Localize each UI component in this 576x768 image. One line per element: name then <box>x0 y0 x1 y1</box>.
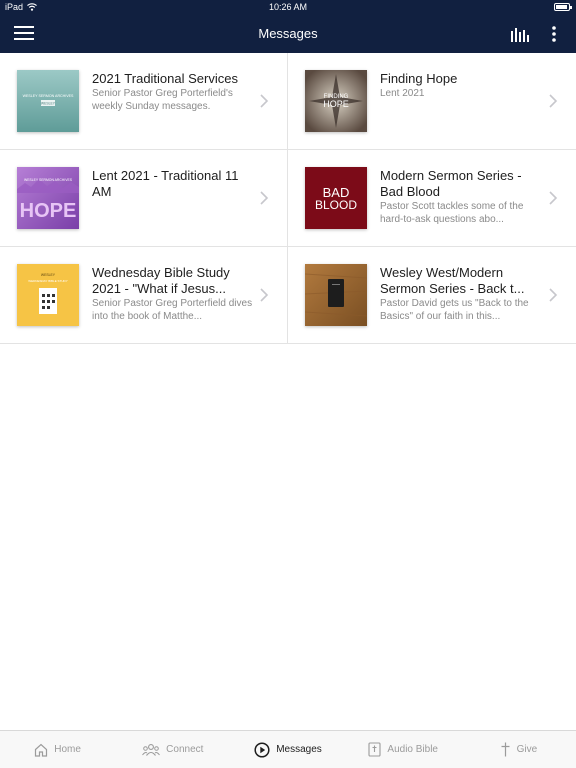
series-text: 2021 Traditional Services Senior Pastor … <box>92 71 257 113</box>
tab-label: Home <box>54 744 81 755</box>
series-item-traditional-services[interactable]: WESLEY SERMON ARCHIVES WESLEY 2021 Tradi… <box>0 53 288 149</box>
artwork-image: WESLEY WEDNESDAY BIBLE STUDY <box>17 264 79 326</box>
series-grid: WESLEY SERMON ARCHIVES WESLEY 2021 Tradi… <box>0 53 576 344</box>
series-title: 2021 Traditional Services <box>92 71 238 86</box>
chevron-right-icon <box>260 191 269 205</box>
series-artwork: WESLEY WEDNESDAY BIBLE STUDY <box>17 264 79 326</box>
series-text: Wesley West/Modern Sermon Series - Back … <box>380 265 546 323</box>
tab-label: Connect <box>166 744 204 755</box>
artwork-image: WESLEY SERMON ARCHIVES HOPE <box>17 167 79 229</box>
tab-give[interactable]: Give <box>461 731 576 768</box>
play-circle-icon <box>254 741 270 758</box>
page-title: Messages <box>258 26 318 41</box>
audio-levels-button[interactable] <box>510 26 530 42</box>
battery-icon <box>554 3 572 11</box>
more-vertical-icon <box>552 26 556 42</box>
series-subtitle: Pastor David gets us "Back to the Basics… <box>380 298 529 322</box>
series-subtitle: Pastor Scott tackles some of the hard-to… <box>380 201 524 225</box>
chevron-right-icon <box>549 191 558 205</box>
chevron-right-icon <box>260 288 269 302</box>
app-root: iPad 10:26 AM Messages WESLEY SERMON ARC… <box>0 0 576 768</box>
series-title: Wesley West/Modern Sermon Series - Back … <box>380 265 525 296</box>
svg-text:WESLEY: WESLEY <box>41 102 56 106</box>
series-artwork: WESLEY SERMON ARCHIVES WESLEY <box>17 70 79 132</box>
tab-messages[interactable]: Messages <box>230 731 345 768</box>
artwork-image <box>305 264 367 326</box>
series-artwork: FINDING HOPE <box>305 70 367 132</box>
nav-bar: Messages <box>0 14 576 53</box>
svg-text:WESLEY: WESLEY <box>41 273 56 277</box>
series-title: Wednesday Bible Study 2021 - "What if Je… <box>92 265 230 296</box>
series-title: Lent 2021 - Traditional 11 AM <box>92 168 239 199</box>
series-title: Finding Hope <box>380 71 458 86</box>
battery-level <box>556 5 567 9</box>
series-item-back-to-basics[interactable]: Wesley West/Modern Sermon Series - Back … <box>288 247 576 343</box>
series-row: WESLEY SERMON ARCHIVES HOPE Lent 2021 - … <box>0 150 576 247</box>
artwork-image: BAD BLOOD <box>305 167 367 229</box>
svg-text:WEDNESDAY BIBLE STUDY: WEDNESDAY BIBLE STUDY <box>28 279 67 283</box>
series-subtitle: Lent 2021 <box>380 88 425 99</box>
series-item-wednesday-bible-study[interactable]: WESLEY WEDNESDAY BIBLE STUDY Wednesday B… <box>0 247 288 343</box>
series-artwork <box>305 264 367 326</box>
tab-label: Audio Bible <box>387 744 438 755</box>
series-text: Modern Sermon Series - Bad Blood Pastor … <box>380 168 546 226</box>
tab-label: Give <box>516 744 538 755</box>
bible-icon <box>368 742 381 757</box>
series-artwork: BAD BLOOD <box>305 167 367 229</box>
artwork-image: FINDING HOPE <box>305 70 367 132</box>
tab-connect[interactable]: Connect <box>115 731 230 768</box>
series-subtitle: Senior Pastor Greg Porterfield's weekly … <box>92 88 233 112</box>
tab-audio-bible[interactable]: Audio Bible <box>346 731 461 768</box>
audio-levels-icon <box>511 28 529 42</box>
series-row: WESLEY WEDNESDAY BIBLE STUDY Wednesday B… <box>0 247 576 344</box>
artwork-image: WESLEY SERMON ARCHIVES WESLEY <box>17 70 79 132</box>
chevron-right-icon <box>549 288 558 302</box>
series-text: Lent 2021 - Traditional 11 AM <box>92 168 257 201</box>
chevron-right-icon <box>260 94 269 108</box>
series-item-bad-blood[interactable]: BAD BLOOD Modern Sermon Series - Bad Blo… <box>288 150 576 246</box>
series-text: Wednesday Bible Study 2021 - "What if Je… <box>92 265 257 323</box>
chevron-right-icon <box>549 94 558 108</box>
cross-icon <box>501 742 510 757</box>
status-time: 10:26 AM <box>268 2 308 12</box>
home-icon <box>35 743 48 757</box>
series-title: Modern Sermon Series - Bad Blood <box>380 168 522 199</box>
tab-bar: Home Connect Messages Audio Bible Give <box>0 730 576 768</box>
series-item-lent-traditional[interactable]: WESLEY SERMON ARCHIVES HOPE Lent 2021 - … <box>0 150 288 246</box>
tab-home[interactable]: Home <box>0 731 115 768</box>
svg-text:HOPE: HOPE <box>323 99 349 109</box>
status-bar: iPad 10:26 AM <box>0 0 576 14</box>
svg-text:WESLEY SERMON ARCHIVES: WESLEY SERMON ARCHIVES <box>24 178 73 182</box>
series-subtitle: Senior Pastor Greg Porterfield dives int… <box>92 298 253 322</box>
series-text: Finding Hope Lent 2021 <box>380 71 546 101</box>
svg-text:BLOOD: BLOOD <box>315 198 357 212</box>
more-button[interactable] <box>550 25 558 43</box>
people-icon <box>142 743 161 756</box>
svg-text:WESLEY SERMON ARCHIVES: WESLEY SERMON ARCHIVES <box>23 94 74 98</box>
tab-label: Messages <box>276 744 322 755</box>
svg-text:HOPE: HOPE <box>20 200 77 222</box>
series-item-finding-hope[interactable]: FINDING HOPE Finding Hope Lent 2021 <box>288 53 576 149</box>
series-row: WESLEY SERMON ARCHIVES WESLEY 2021 Tradi… <box>0 53 576 150</box>
series-artwork: WESLEY SERMON ARCHIVES HOPE <box>17 167 79 229</box>
